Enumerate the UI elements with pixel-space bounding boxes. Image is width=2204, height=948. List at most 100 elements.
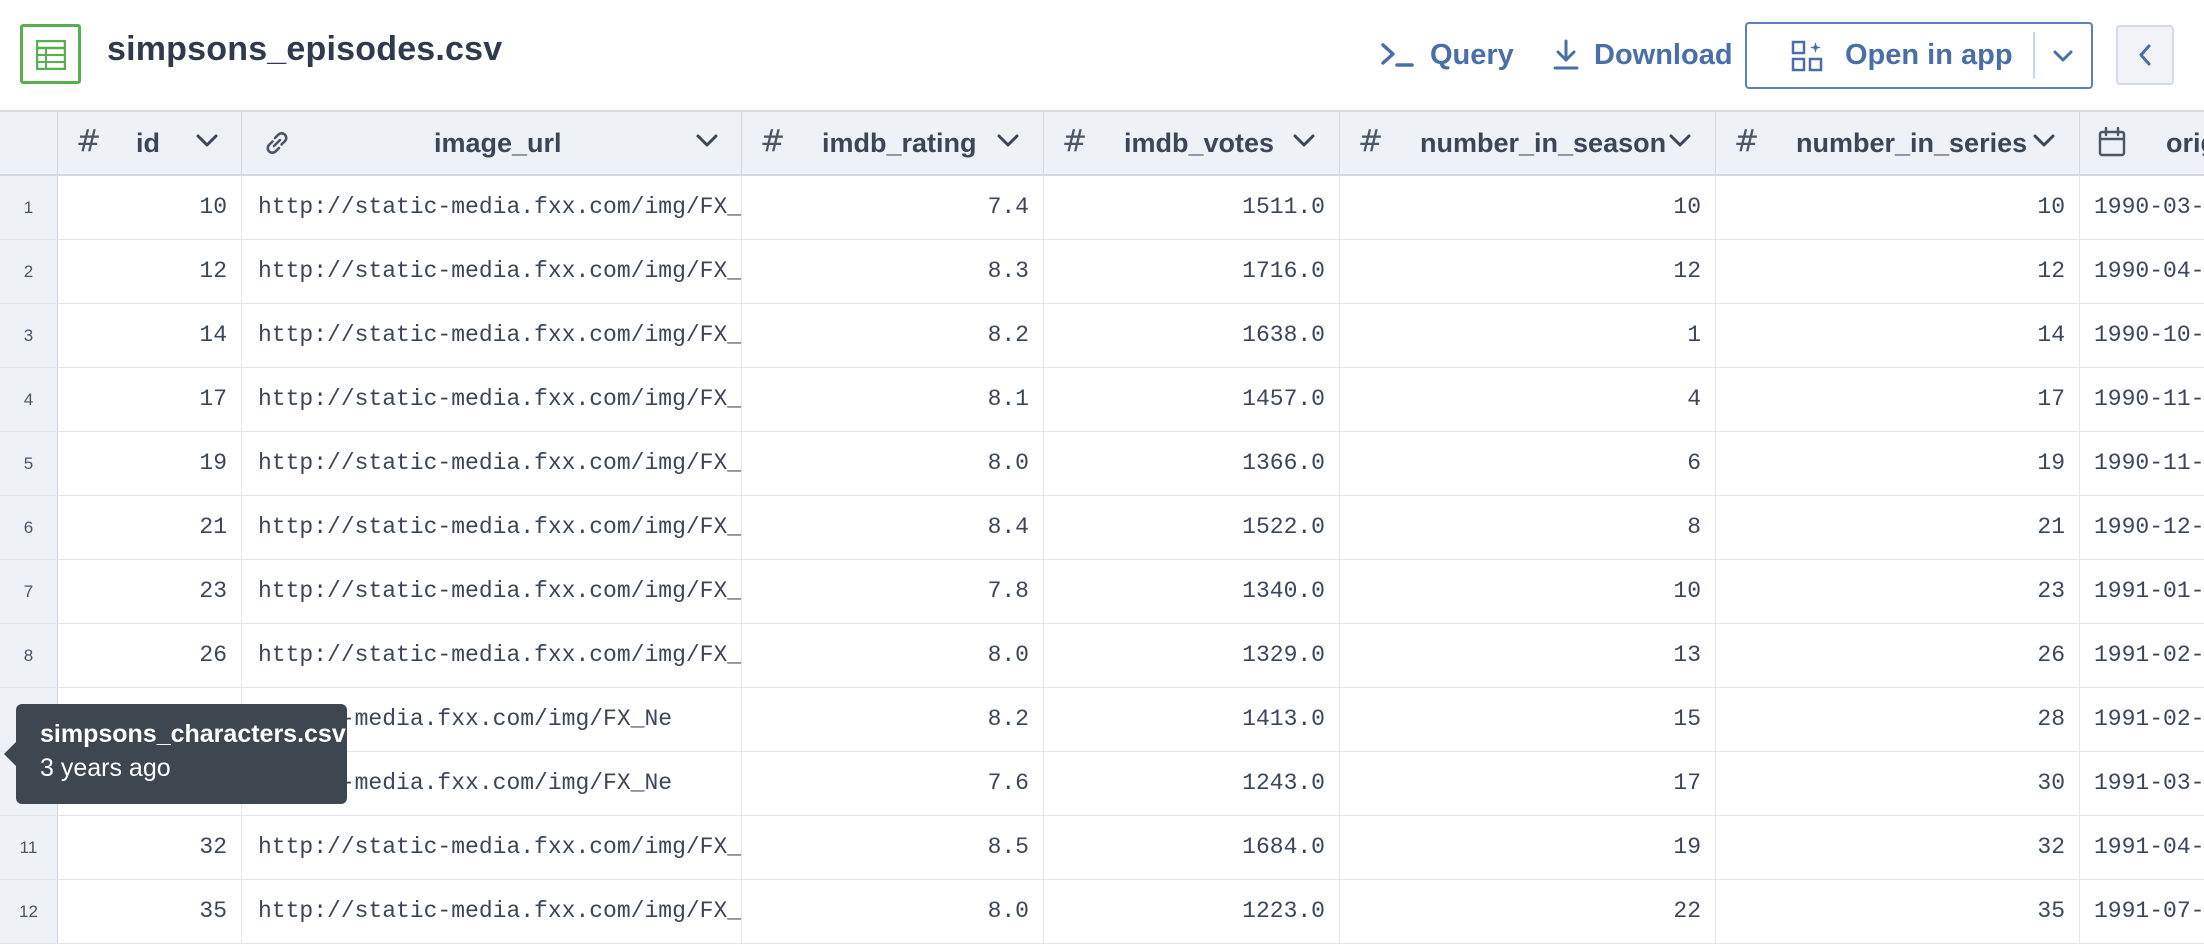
cell-imdb-votes[interactable]: 1522.0	[1044, 496, 1340, 559]
chevron-down-icon[interactable]	[997, 134, 1019, 148]
cell-imdb-votes[interactable]: 1511.0	[1044, 176, 1340, 239]
column-header-image-url[interactable]: image_url	[242, 112, 742, 174]
cell-imdb-rating[interactable]: 8.3	[742, 240, 1044, 303]
column-header-number-in-series[interactable]: # number_in_series	[1716, 112, 2080, 174]
cell-orig[interactable]: 1990-12-	[2080, 496, 2204, 559]
cell-orig[interactable]: 1990-11-	[2080, 368, 2204, 431]
cell-orig[interactable]: 1991-01-	[2080, 560, 2204, 623]
cell-orig[interactable]: 1991-02-	[2080, 624, 2204, 687]
chevron-down-icon[interactable]	[196, 134, 218, 148]
table-row[interactable]: 7 23 http://static-media.fxx.com/img/FX_Ne…	[0, 560, 2204, 624]
cell-image-url[interactable]: http://static-media.fxx.com/img/FX_Ne	[242, 624, 742, 687]
chevron-down-icon[interactable]	[2033, 134, 2055, 148]
cell-image-url[interactable]: http://static-media.fxx.com/img/FX_Ne	[242, 816, 742, 879]
table-row[interactable]: 12 35 http://static-media.fxx.com/img/FX_N…	[0, 880, 2204, 944]
table-row[interactable]: 5 19 http://static-media.fxx.com/img/FX_Ne…	[0, 432, 2204, 496]
cell-id[interactable]: 14	[58, 304, 242, 367]
column-header-id[interactable]: # id	[58, 112, 242, 174]
cell-id[interactable]: 19	[58, 432, 242, 495]
cell-number-in-season[interactable]: 17	[1340, 752, 1716, 815]
cell-number-in-series[interactable]: 17	[1716, 368, 2080, 431]
cell-imdb-rating[interactable]: 8.2	[742, 304, 1044, 367]
cell-orig[interactable]: 1991-02-	[2080, 688, 2204, 751]
cell-number-in-season[interactable]: 10	[1340, 176, 1716, 239]
cell-number-in-series[interactable]: 26	[1716, 624, 2080, 687]
cell-number-in-season[interactable]: 15	[1340, 688, 1716, 751]
cell-id[interactable]: 12	[58, 240, 242, 303]
cell-imdb-rating[interactable]: 8.2	[742, 688, 1044, 751]
cell-number-in-season[interactable]: 22	[1340, 880, 1716, 943]
cell-imdb-votes[interactable]: 1243.0	[1044, 752, 1340, 815]
table-row[interactable]: 8 26 http://static-media.fxx.com/img/FX_Ne…	[0, 624, 2204, 688]
cell-orig[interactable]: 1990-11-	[2080, 432, 2204, 495]
column-header-number-in-season[interactable]: # number_in_season	[1340, 112, 1716, 174]
cell-image-url[interactable]: http://static-media.fxx.com/img/FX_Ne	[242, 560, 742, 623]
cell-number-in-series[interactable]: 32	[1716, 816, 2080, 879]
cell-image-url[interactable]: http://static-media.fxx.com/img/FX_Ne	[242, 176, 742, 239]
open-in-app-button[interactable]: Open in app	[1747, 24, 2033, 87]
cell-number-in-season[interactable]: 6	[1340, 432, 1716, 495]
column-header-orig[interactable]: orig	[2080, 112, 2204, 174]
cell-imdb-rating[interactable]: 7.6	[742, 752, 1044, 815]
cell-imdb-votes[interactable]: 1716.0	[1044, 240, 1340, 303]
cell-image-url[interactable]: http://static-media.fxx.com/img/FX_Ne	[242, 240, 742, 303]
table-row[interactable]: 1 10 http://static-media.fxx.com/img/FX_Ne…	[0, 176, 2204, 240]
query-button[interactable]: Query	[1380, 28, 1514, 82]
cell-number-in-season[interactable]: 4	[1340, 368, 1716, 431]
cell-image-url[interactable]: http://static-media.fxx.com/img/FX_Ne	[242, 368, 742, 431]
table-row[interactable]: 4 17 http://static-media.fxx.com/img/FX_Ne…	[0, 368, 2204, 432]
cell-orig[interactable]: 1990-10-	[2080, 304, 2204, 367]
open-in-app-dropdown-button[interactable]	[2035, 24, 2091, 87]
cell-imdb-rating[interactable]: 8.4	[742, 496, 1044, 559]
column-header-imdb-votes[interactable]: # imdb_votes	[1044, 112, 1340, 174]
table-row[interactable]: 6 21 http://static-media.fxx.com/img/FX_Ne…	[0, 496, 2204, 560]
cell-image-url[interactable]: http://static-media.fxx.com/img/FX_Ne	[242, 432, 742, 495]
chevron-down-icon[interactable]	[696, 134, 718, 148]
cell-number-in-season[interactable]: 13	[1340, 624, 1716, 687]
cell-id[interactable]: 35	[58, 880, 242, 943]
cell-number-in-series[interactable]: 21	[1716, 496, 2080, 559]
cell-imdb-rating[interactable]: 8.0	[742, 880, 1044, 943]
column-header-imdb-rating[interactable]: # imdb_rating	[742, 112, 1044, 174]
cell-id[interactable]: 21	[58, 496, 242, 559]
cell-image-url[interactable]: http://static-media.fxx.com/img/FX_Ne	[242, 880, 742, 943]
cell-imdb-rating[interactable]: 7.4	[742, 176, 1044, 239]
cell-number-in-series[interactable]: 23	[1716, 560, 2080, 623]
cell-number-in-series[interactable]: 14	[1716, 304, 2080, 367]
cell-imdb-votes[interactable]: 1457.0	[1044, 368, 1340, 431]
cell-orig[interactable]: 1990-04-	[2080, 240, 2204, 303]
cell-imdb-rating[interactable]: 8.0	[742, 432, 1044, 495]
cell-imdb-votes[interactable]: 1366.0	[1044, 432, 1340, 495]
cell-number-in-series[interactable]: 19	[1716, 432, 2080, 495]
cell-imdb-votes[interactable]: 1684.0	[1044, 816, 1340, 879]
cell-id[interactable]: 32	[58, 816, 242, 879]
table-row[interactable]: 11 32 http://static-media.fxx.com/img/FX_N…	[0, 816, 2204, 880]
table-row[interactable]: 2 12 http://static-media.fxx.com/img/FX_Ne…	[0, 240, 2204, 304]
cell-number-in-season[interactable]: 10	[1340, 560, 1716, 623]
cell-imdb-votes[interactable]: 1223.0	[1044, 880, 1340, 943]
cell-imdb-rating[interactable]: 7.8	[742, 560, 1044, 623]
cell-imdb-votes[interactable]: 1413.0	[1044, 688, 1340, 751]
chevron-down-icon[interactable]	[1293, 134, 1315, 148]
cell-orig[interactable]: 1991-04-	[2080, 816, 2204, 879]
cell-orig[interactable]: 1991-07-	[2080, 880, 2204, 943]
cell-number-in-season[interactable]: 1	[1340, 304, 1716, 367]
cell-number-in-season[interactable]: 12	[1340, 240, 1716, 303]
cell-number-in-season[interactable]: 19	[1340, 816, 1716, 879]
table-row[interactable]: 3 14 http://static-media.fxx.com/img/FX_Ne…	[0, 304, 2204, 368]
cell-id[interactable]: 17	[58, 368, 242, 431]
cell-imdb-rating[interactable]: 8.5	[742, 816, 1044, 879]
chevron-down-icon[interactable]	[1669, 134, 1691, 148]
cell-orig[interactable]: 1991-03-	[2080, 752, 2204, 815]
cell-id[interactable]: 23	[58, 560, 242, 623]
cell-imdb-votes[interactable]: 1340.0	[1044, 560, 1340, 623]
cell-imdb-rating[interactable]: 8.1	[742, 368, 1044, 431]
collapse-panel-button[interactable]	[2116, 25, 2174, 85]
cell-orig[interactable]: 1990-03-	[2080, 176, 2204, 239]
cell-image-url[interactable]: http://static-media.fxx.com/img/FX_Ne	[242, 304, 742, 367]
download-button[interactable]: Download	[1552, 28, 1733, 82]
cell-number-in-series[interactable]: 30	[1716, 752, 2080, 815]
cell-number-in-series[interactable]: 12	[1716, 240, 2080, 303]
cell-number-in-season[interactable]: 8	[1340, 496, 1716, 559]
cell-number-in-series[interactable]: 10	[1716, 176, 2080, 239]
